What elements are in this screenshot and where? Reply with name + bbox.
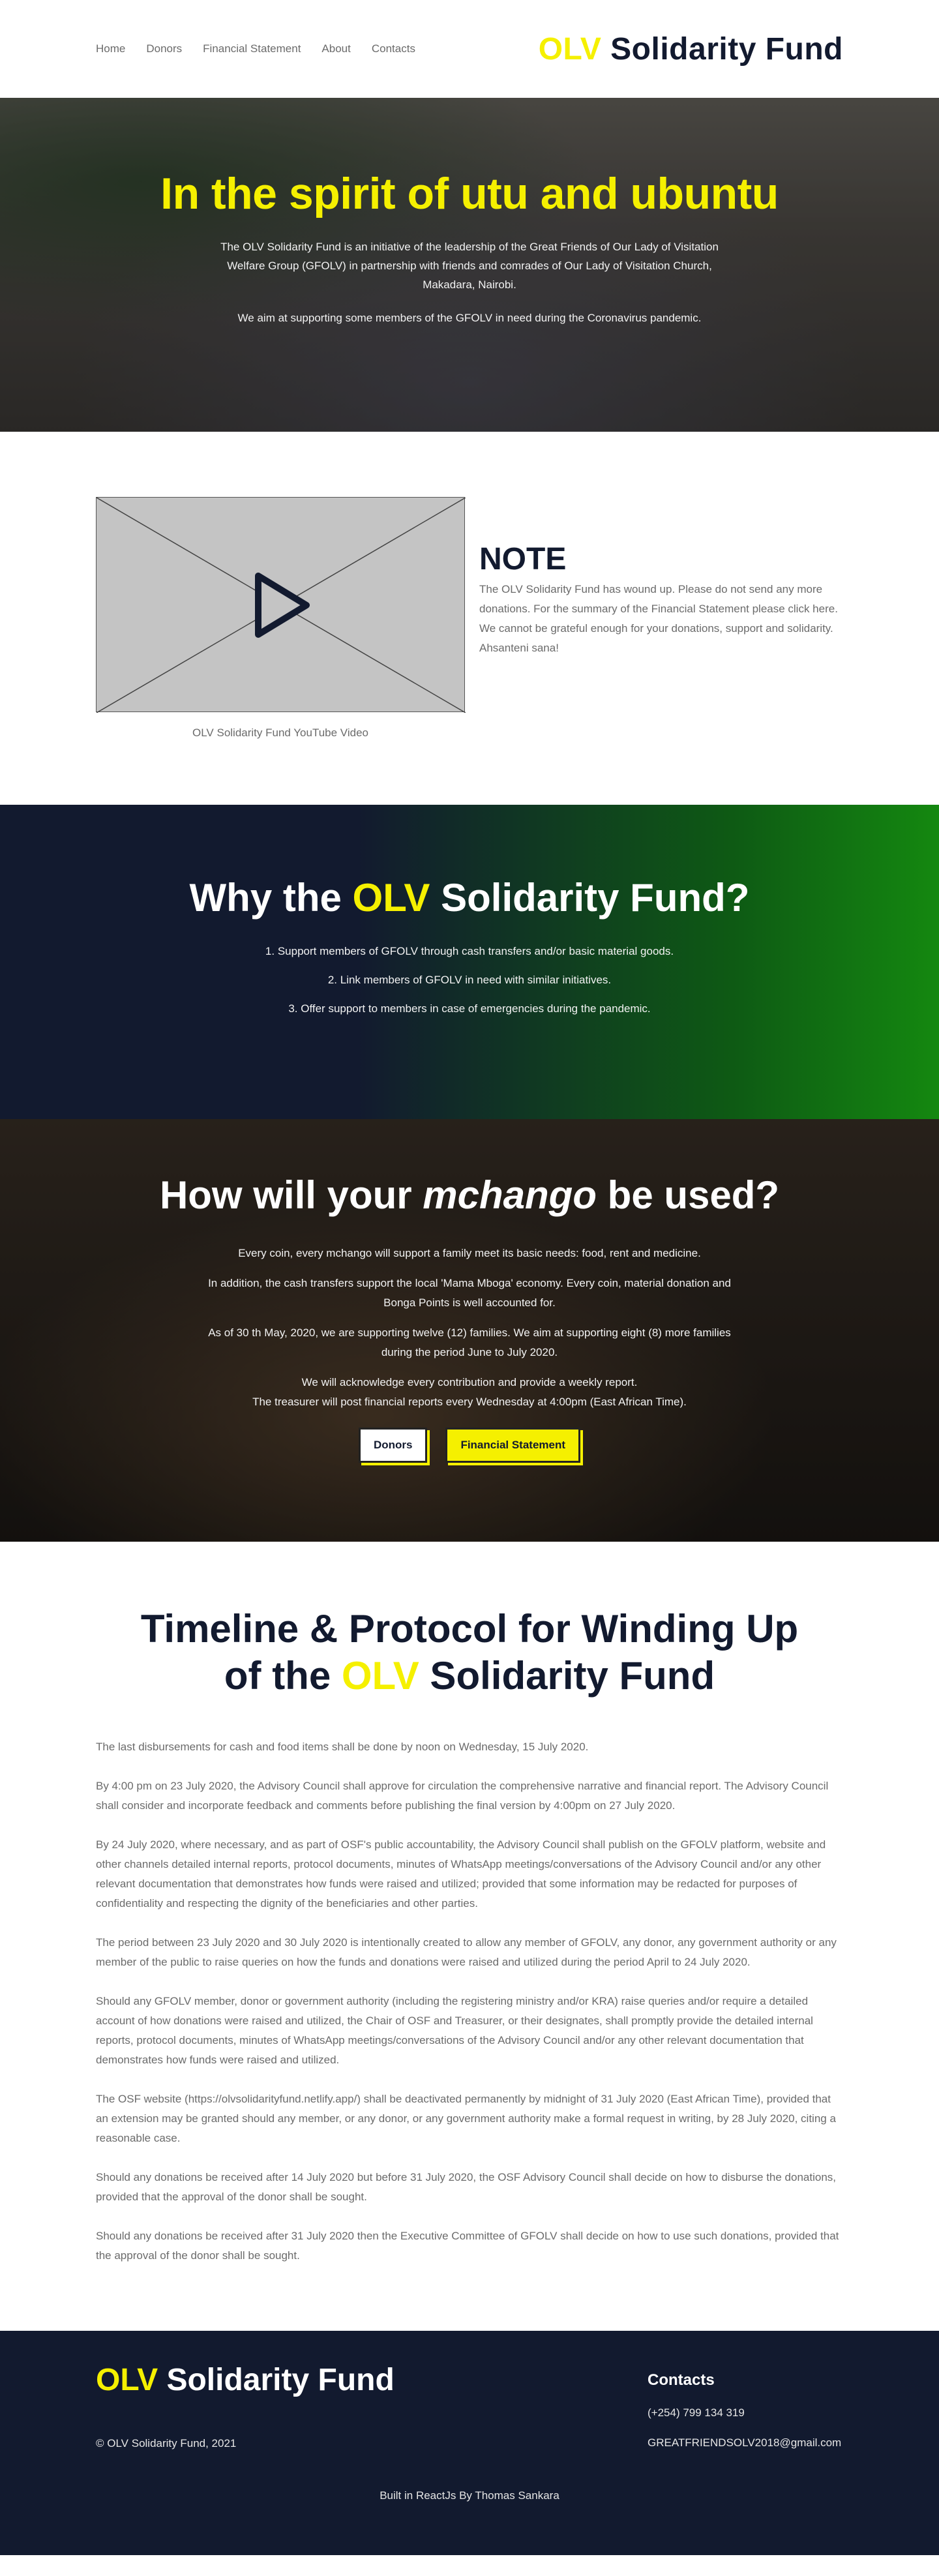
how-section: How will your mchango be used? Every coi… bbox=[0, 1119, 939, 1542]
hero-aim: We aim at supporting some members of the… bbox=[237, 312, 702, 324]
nav-financial-statement[interactable]: Financial Statement bbox=[203, 42, 301, 55]
footer-logo[interactable]: OLV Solidarity Fund bbox=[96, 2362, 395, 2398]
contact-email[interactable]: GREATFRIENDSOLV2018@gmail.com bbox=[648, 2436, 843, 2449]
how-title-emphasis: mchango bbox=[423, 1173, 597, 1217]
contact-phone[interactable]: (+254) 799 134 319 bbox=[648, 2406, 843, 2419]
why-list-item: 3. Offer support to members in case of e… bbox=[288, 1002, 651, 1015]
contacts-title: Contacts bbox=[648, 2371, 715, 2389]
why-list-item: 1. Support members of GFOLV through cash… bbox=[265, 945, 674, 957]
footer-copyright: © OLV Solidarity Fund, 2021 bbox=[96, 2437, 237, 2449]
timeline-title-pre: of the bbox=[224, 1654, 342, 1698]
timeline-item: Should any GFOLV member, donor or govern… bbox=[96, 1995, 813, 2066]
note-title: NOTE bbox=[479, 542, 567, 577]
how-title-post: be used? bbox=[597, 1173, 780, 1217]
timeline-title: Timeline & Protocol for Winding Up of th… bbox=[96, 1606, 843, 1700]
main-nav: Home Donors Financial Statement About Co… bbox=[96, 42, 415, 55]
why-title-post: Solidarity Fund? bbox=[430, 876, 750, 920]
timeline-item: The last disbursements for cash and food… bbox=[96, 1741, 589, 1753]
why-title-pre: Why the bbox=[189, 876, 353, 920]
why-title: Why the OLV Solidarity Fund? bbox=[0, 875, 939, 920]
donors-button[interactable]: Donors bbox=[358, 1428, 428, 1463]
how-title: How will your mchango be used? bbox=[0, 1173, 939, 1218]
why-list: 1. Support members of GFOLV through cash… bbox=[0, 945, 939, 1015]
timeline-title-accent: OLV bbox=[341, 1654, 419, 1698]
nav-donors[interactable]: Donors bbox=[146, 42, 182, 55]
how-title-pre: How will your bbox=[159, 1173, 423, 1217]
nav-contacts[interactable]: Contacts bbox=[372, 42, 415, 55]
timeline-section: Timeline & Protocol for Winding Up of th… bbox=[0, 1542, 939, 2331]
youtube-video-player[interactable] bbox=[96, 497, 466, 713]
timeline-item: By 4:00 pm on 23 July 2020, the Advisory… bbox=[96, 1780, 829, 1812]
timeline-title-line1: Timeline & Protocol for Winding Up bbox=[140, 1607, 799, 1651]
why-list-item: 2. Link members of GFOLV in need with si… bbox=[327, 974, 612, 986]
hero-section: In the spirit of utu and ubuntu The OLV … bbox=[0, 98, 939, 432]
footer-logo-accent: OLV bbox=[96, 2363, 158, 2397]
site-header: Home Donors Financial Statement About Co… bbox=[96, 0, 843, 98]
footer-brand-block: OLV Solidarity Fund © OLV Solidarity Fun… bbox=[96, 2362, 395, 2450]
play-icon bbox=[255, 573, 310, 638]
footer-credit: Built in ReactJs By Thomas Sankara bbox=[380, 2489, 559, 2502]
video-caption: OLV Solidarity Fund YouTube Video bbox=[192, 726, 368, 739]
how-paragraph: We will acknowledge every contribution a… bbox=[301, 1376, 638, 1388]
nav-home[interactable]: Home bbox=[96, 42, 125, 55]
timeline-item: Should any donations be received after 3… bbox=[96, 2230, 839, 2262]
note-section: OLV Solidarity Fund YouTube Video NOTE T… bbox=[0, 432, 939, 805]
site-footer: OLV Solidarity Fund © OLV Solidarity Fun… bbox=[0, 2331, 939, 2555]
timeline-item: The period between 23 July 2020 and 30 J… bbox=[96, 1936, 837, 1968]
timeline-item: Should any donations be received after 1… bbox=[96, 2171, 836, 2203]
timeline-item: The OSF website (https://olvsolidarityfu… bbox=[96, 2093, 836, 2144]
why-title-accent: OLV bbox=[352, 876, 430, 920]
why-section: Why the OLV Solidarity Fund? 1. Support … bbox=[0, 805, 939, 1119]
how-paragraph: Every coin, every mchango will support a… bbox=[238, 1247, 701, 1259]
hero-title: In the spirit of utu and ubuntu bbox=[160, 169, 779, 218]
how-paragraph: In addition, the cash transfers support … bbox=[208, 1277, 731, 1309]
video-placeholder-icon bbox=[97, 498, 466, 713]
how-paragraph: As of 30 th May, 2020, we are supporting… bbox=[208, 1326, 731, 1358]
how-paragraph: The treasurer will post financial report… bbox=[252, 1396, 687, 1408]
nav-about[interactable]: About bbox=[321, 42, 350, 55]
timeline-title-post: Solidarity Fund bbox=[419, 1654, 715, 1698]
footer-contacts: Contacts (+254) 799 134 319 GREATFRIENDS… bbox=[648, 2362, 843, 2450]
footer-logo-text: Solidarity Fund bbox=[158, 2363, 395, 2397]
timeline-item: By 24 July 2020, where necessary, and as… bbox=[96, 1838, 826, 1910]
hero-intro: The OLV Solidarity Fund is an initiative… bbox=[220, 241, 719, 291]
timeline-items: The last disbursements for cash and food… bbox=[96, 1737, 843, 2266]
note-text: The OLV Solidarity Fund has wound up. Pl… bbox=[479, 583, 838, 654]
note-block: NOTE The OLV Solidarity Fund has wound u… bbox=[479, 497, 843, 740]
logo-accent: OLV bbox=[538, 31, 602, 67]
financial-statement-button[interactable]: Financial Statement bbox=[445, 1428, 581, 1463]
logo-text: Solidarity Fund bbox=[601, 31, 843, 67]
video-block: OLV Solidarity Fund YouTube Video bbox=[96, 497, 466, 740]
site-logo[interactable]: OLV Solidarity Fund bbox=[539, 31, 843, 67]
